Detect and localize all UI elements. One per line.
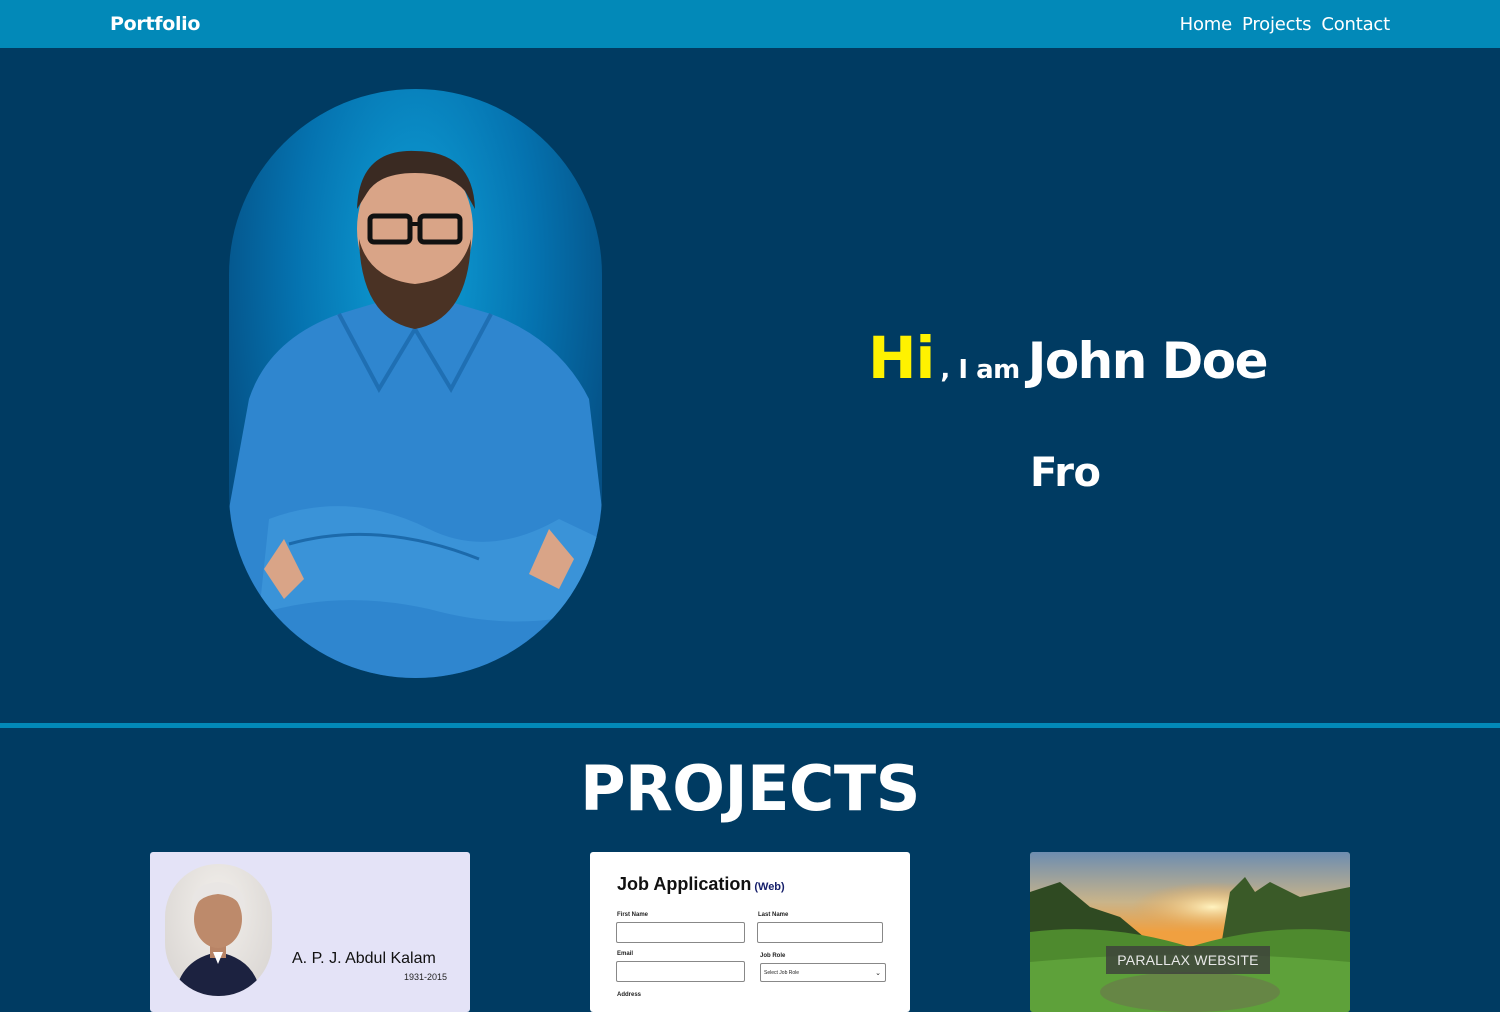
brand-logo[interactable]: Portfolio (110, 13, 200, 35)
tribute-photo-illustration (175, 882, 261, 996)
profile-photo-illustration (229, 150, 602, 678)
project-card-job-application[interactable]: Job Application (Web) First Name Last Nam… (590, 852, 910, 1012)
navbar: Portfolio Home Projects Contact (0, 0, 1500, 48)
intro-text: , I am (940, 355, 1020, 385)
job-role-value: Select Job Role (764, 970, 800, 976)
job-form-title: Job Application (Web) (617, 874, 785, 895)
first-name-input[interactable] (616, 922, 745, 943)
hero-name: John Doe (1027, 332, 1269, 390)
chevron-down-icon: ⌄ (875, 970, 881, 977)
job-role-label: Job Role (760, 953, 786, 959)
hero-intro: Hi , I am John Doe (868, 324, 1269, 392)
last-name-input[interactable] (757, 922, 883, 943)
job-form-subtitle: (Web) (754, 881, 785, 893)
tribute-name: A. P. J. Abdul Kalam (292, 950, 436, 967)
nav-link-projects[interactable]: Projects (1242, 14, 1312, 35)
job-form-title-text: Job Application (617, 874, 752, 894)
hero-role-typing: Fro (1030, 450, 1101, 496)
projects-heading: PROJECTS (580, 752, 920, 825)
tribute-photo (165, 864, 272, 996)
nav-link-contact[interactable]: Contact (1321, 14, 1390, 35)
projects-section: PROJECTS A. P. J. Abdul Kalam 1931-2015 … (0, 728, 1500, 1012)
last-name-label: Last Name (758, 912, 789, 918)
parallax-label: PARALLAX WEBSITE (1106, 946, 1270, 974)
nav-link-home[interactable]: Home (1180, 14, 1233, 35)
greeting-text: Hi (868, 324, 935, 392)
address-label: Address (617, 992, 642, 998)
profile-photo (229, 89, 602, 678)
tribute-years: 1931-2015 (404, 972, 448, 982)
job-role-select[interactable]: Select Job Role ⌄ (760, 963, 886, 982)
first-name-label: First Name (617, 912, 649, 918)
nav-links: Home Projects Contact (1180, 14, 1391, 35)
project-card-tribute[interactable]: A. P. J. Abdul Kalam 1931-2015 (150, 852, 470, 1012)
project-card-parallax[interactable]: PARALLAX WEBSITE (1030, 852, 1350, 1012)
parallax-landscape-image (1030, 852, 1350, 1012)
email-input[interactable] (616, 961, 745, 982)
hero-section: Hi , I am John Doe Fro (0, 48, 1500, 723)
email-label: Email (617, 951, 634, 957)
